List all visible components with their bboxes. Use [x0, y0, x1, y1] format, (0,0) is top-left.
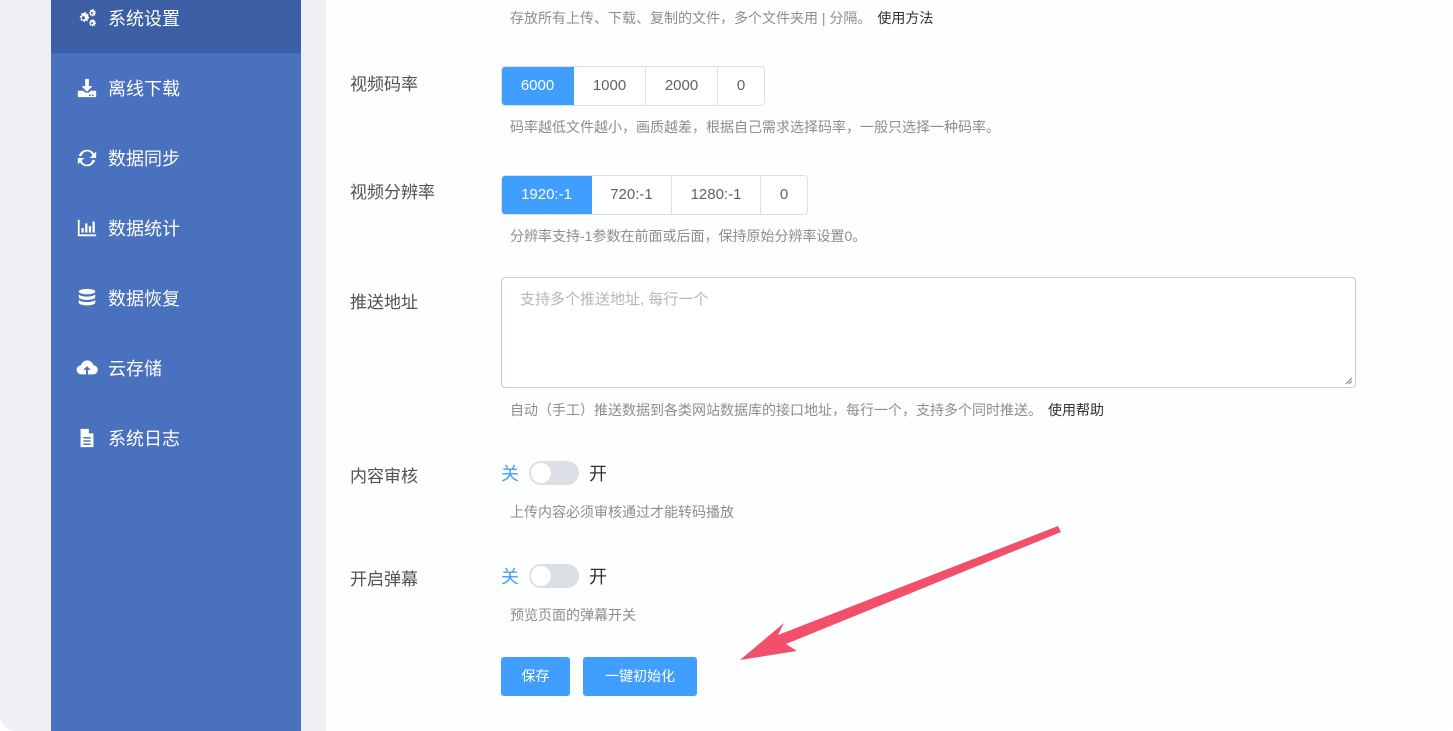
resolution-option[interactable]: 1280:-1 — [672, 176, 761, 214]
content-review-label: 内容审核 — [350, 467, 418, 486]
storage-path-hint: 存放所有上传、下载、复制的文件，多个文件夹用 | 分隔。 使用方法 — [510, 8, 933, 28]
annotation-arrow-icon — [740, 526, 1061, 660]
push-address-hint: 自动（手工）推送数据到各类网站数据库的接口地址，每行一个，支持多个同时推送。 使用… — [510, 400, 1104, 420]
bitrate-option[interactable]: 1000 — [574, 67, 646, 105]
switch-on-text[interactable]: 开 — [589, 460, 607, 486]
sidebar-item-label: 云存储 — [108, 359, 162, 379]
push-address-placeholder: 支持多个推送地址, 每行一个 — [520, 291, 709, 308]
hint-text: 自动（手工）推送数据到各类网站数据库的接口地址，每行一个，支持多个同时推送。 — [510, 402, 1042, 418]
layout-gap — [301, 0, 326, 731]
bitrate-selector: 6000 1000 2000 0 — [501, 66, 765, 106]
hint-text: 存放所有上传、下载、复制的文件，多个文件夹用 | 分隔。 — [510, 10, 872, 26]
usage-link[interactable]: 使用方法 — [877, 10, 933, 26]
cloud-upload-icon — [75, 356, 99, 380]
sidebar-item-data-restore[interactable]: 数据恢复 — [51, 263, 301, 333]
bitrate-option[interactable]: 0 — [718, 67, 764, 105]
switch-toggle[interactable] — [529, 461, 579, 485]
sidebar-item-label: 数据恢复 — [108, 289, 180, 309]
switch-knob — [531, 463, 551, 483]
bitrate-hint: 码率越低文件越小，画质越差，根据自己需求选择码率，一般只选择一种码率。 — [510, 119, 1000, 135]
sync-icon — [75, 146, 99, 170]
push-address-label: 推送地址 — [350, 293, 418, 312]
danmaku-switch: 关 开 — [501, 563, 607, 589]
resolution-option[interactable]: 720:-1 — [592, 176, 672, 214]
push-address-textarea[interactable]: 支持多个推送地址, 每行一个 — [501, 277, 1356, 388]
switch-toggle[interactable] — [529, 564, 579, 588]
sidebar-item-label: 系统设置 — [108, 9, 180, 29]
sidebar: 系统设置 离线下载 数据同步 数据统计 数据恢复 云存储 系统日志 — [51, 0, 301, 731]
sidebar-item-system-log[interactable]: 系统日志 — [51, 403, 301, 473]
download-icon — [75, 76, 99, 100]
resize-handle-icon[interactable] — [1343, 375, 1353, 385]
save-button[interactable]: 保存 — [501, 657, 570, 696]
database-icon — [75, 286, 99, 310]
content-review-switch: 关 开 — [501, 460, 607, 486]
sidebar-item-label: 系统日志 — [108, 429, 180, 449]
resolution-option[interactable]: 1920:-1 — [502, 176, 592, 214]
sidebar-item-label: 数据同步 — [108, 149, 180, 169]
sidebar-item-system-settings[interactable]: 系统设置 — [51, 0, 301, 53]
bitrate-option[interactable]: 6000 — [502, 67, 574, 105]
danmaku-label: 开启弹幕 — [350, 570, 418, 589]
content-review-hint: 上传内容必须审核通过才能转码播放 — [510, 504, 734, 520]
resolution-selector: 1920:-1 720:-1 1280:-1 0 — [501, 175, 808, 215]
help-link[interactable]: 使用帮助 — [1048, 402, 1104, 418]
bitrate-label: 视频码率 — [350, 75, 418, 94]
bar-chart-icon — [75, 216, 99, 240]
sidebar-item-label: 离线下载 — [108, 79, 180, 99]
gears-icon — [75, 6, 99, 30]
switch-off-text[interactable]: 关 — [501, 563, 519, 589]
sidebar-item-statistics[interactable]: 数据统计 — [51, 193, 301, 263]
sidebar-item-offline-download[interactable]: 离线下载 — [51, 53, 301, 123]
reset-button[interactable]: 一键初始化 — [583, 657, 697, 696]
sidebar-item-label: 数据统计 — [108, 219, 180, 239]
sidebar-item-cloud-storage[interactable]: 云存储 — [51, 333, 301, 403]
bitrate-option[interactable]: 2000 — [646, 67, 718, 105]
resolution-hint: 分辨率支持-1参数在前面或后面，保持原始分辨率设置0。 — [510, 228, 867, 244]
resolution-option[interactable]: 0 — [761, 176, 807, 214]
switch-off-text[interactable]: 关 — [501, 460, 519, 486]
switch-knob — [531, 566, 551, 586]
resolution-label: 视频分辨率 — [350, 183, 435, 202]
danmaku-hint: 预览页面的弹幕开关 — [510, 607, 636, 623]
app-frame: 系统设置 离线下载 数据同步 数据统计 数据恢复 云存储 系统日志 存放所有上传… — [0, 0, 1453, 731]
sidebar-item-data-sync[interactable]: 数据同步 — [51, 123, 301, 193]
switch-on-text[interactable]: 开 — [589, 563, 607, 589]
file-icon — [75, 426, 99, 450]
